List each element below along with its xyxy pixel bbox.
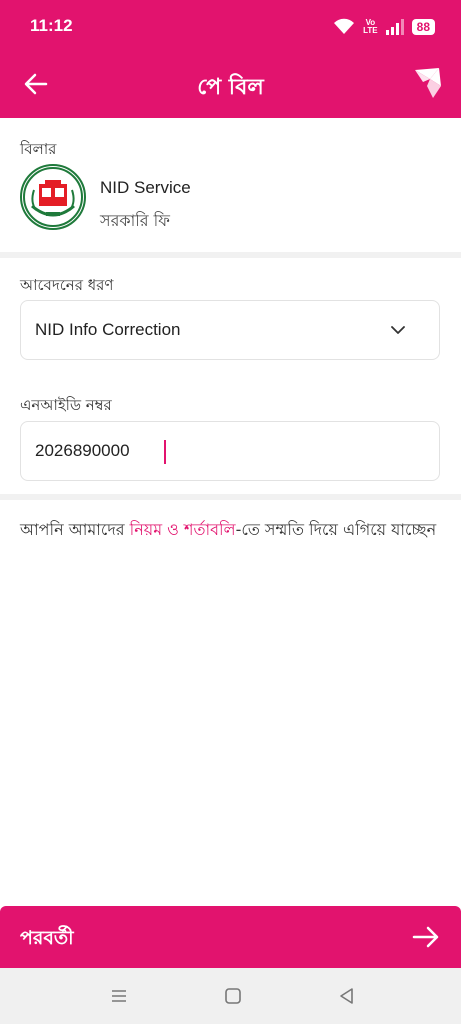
bill-form: আবেদনের ধরণ NID Info Correction এনআইডি ন… [0, 258, 461, 494]
terms-link[interactable]: নিয়ম ও শর্তাবলি [130, 520, 236, 539]
menu-icon[interactable] [109, 986, 129, 1006]
application-type-label: আবেদনের ধরণ [20, 276, 114, 294]
nid-number-label: এনআইডি নম্বর [20, 396, 112, 414]
bird-logo-icon[interactable] [413, 66, 443, 100]
terms-text: আপনি আমাদের নিয়ম ও শর্তাবলি-তে সম্মতি দ… [20, 516, 441, 543]
signal-icon [385, 19, 404, 35]
back-triangle-icon[interactable] [337, 986, 357, 1006]
volte-bottom-text: LTE [363, 26, 378, 35]
section-divider [0, 494, 461, 500]
nid-number-field[interactable] [20, 421, 440, 481]
terms-suffix: -তে সম্মতি দিয়ে এগিয়ে যাচ্ছেন [235, 520, 437, 539]
terms-prefix: আপনি আমাদের [20, 520, 130, 539]
system-nav-bar [0, 968, 461, 1024]
text-cursor [164, 440, 166, 464]
arrow-right-icon [412, 926, 439, 948]
biller-section: বিলার NID Service সরকারি ফি [0, 118, 461, 252]
status-bar: 11:12 Vo LTE 88 [0, 0, 461, 52]
title-bar: পে বিল [0, 52, 461, 118]
wifi-icon [334, 18, 355, 34]
home-square-icon[interactable] [223, 986, 243, 1006]
pay-bill-screen: 11:12 Vo LTE 88 পে বিল বিলার NID Service… [0, 0, 461, 1024]
biller-logo-graphic [23, 167, 83, 227]
page-title: পে বিল [197, 75, 264, 100]
app-header: 11:12 Vo LTE 88 পে বিল [0, 0, 461, 118]
next-button-label: পরবর্তী [20, 927, 74, 949]
election-commission-logo [20, 164, 86, 230]
battery-icon: 88 [411, 19, 435, 35]
application-type-dropdown[interactable]: NID Info Correction [20, 300, 440, 360]
chevron-down-icon [391, 326, 405, 334]
application-type-value: NID Info Correction [35, 320, 181, 339]
status-time: 11:12 [30, 16, 73, 35]
volte-icon: Vo LTE [363, 19, 378, 35]
nid-number-input[interactable] [35, 436, 415, 466]
biller-name: NID Service [100, 178, 191, 197]
biller-label: বিলার [20, 140, 57, 158]
next-button[interactable]: পরবর্তী [0, 906, 461, 968]
status-icons: Vo LTE 88 [333, 14, 435, 40]
biller-type: সরকারি ফি [100, 211, 170, 230]
